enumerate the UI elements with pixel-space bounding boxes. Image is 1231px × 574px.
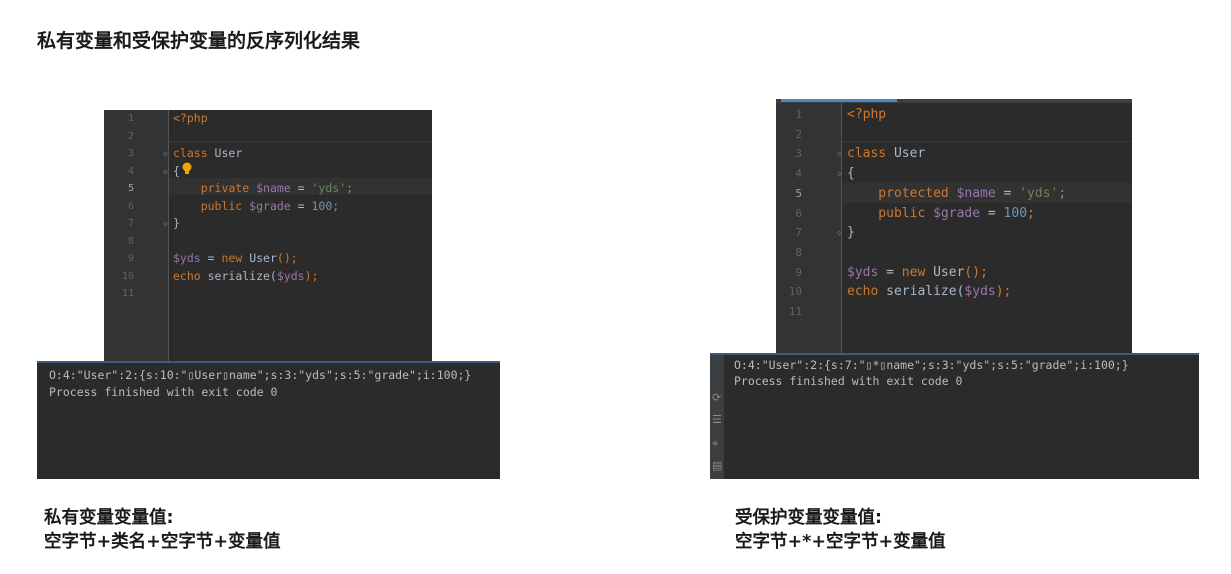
left-code-line: public $grade = 100; — [173, 198, 340, 213]
left-code-line: } — [173, 216, 180, 230]
fold-arrow-icon[interactable]: ◇ — [163, 215, 168, 233]
fold-arrow-icon[interactable]: ◇ — [837, 144, 842, 164]
left-line-number: 7 — [127, 218, 134, 229]
lightbulb-icon[interactable] — [181, 161, 193, 175]
left-output-serialized: O:4:"User":2:{s:10:"▯User▯name";s:3:"yds… — [49, 368, 472, 382]
left-code-line: <?php — [173, 111, 208, 125]
left-line-number: 11 — [121, 288, 134, 299]
right-line-number: 9 — [795, 265, 802, 279]
right-caption-line2: 空字节+*+空字节+变量值 — [735, 532, 946, 552]
right-line-number: 1 — [795, 108, 802, 121]
right-output-serialized: O:4:"User":2:{s:7:"▯*▯name";s:3:"yds";s:… — [734, 358, 1129, 372]
right-code-line: class User — [847, 146, 926, 162]
rerun-icon[interactable]: ⟳ — [712, 391, 721, 404]
trash-icon[interactable]: ▤ — [712, 459, 722, 472]
right-code-line: protected $name = 'yds'; — [847, 185, 1067, 201]
right-run-output-panel[interactable]: ⟳ ☰ ⌖ ▤ O:4:"User":2:{s:7:"▯*▯name";s:3:… — [710, 353, 1199, 479]
right-code-line: } — [847, 225, 855, 241]
left-code-line: echo serialize($yds); — [173, 268, 319, 283]
fold-arrow-icon[interactable]: ◇ — [837, 223, 842, 243]
left-line-number: 2 — [127, 130, 134, 142]
right-line-number: 4 — [795, 167, 802, 181]
fold-arrow-icon[interactable]: ◇ — [163, 145, 168, 163]
left-gutter-divider — [168, 110, 169, 362]
left-line-number: 1 — [127, 113, 134, 124]
page-title: 私有变量和受保护变量的反序列化结果 — [37, 30, 361, 52]
right-line-number: 3 — [795, 147, 802, 161]
left-line-number: 8 — [127, 235, 134, 247]
right-code-line: public $grade = 100; — [847, 205, 1035, 221]
right-caption: 受保护变量变量值: 空字节+*+空字节+变量值 — [735, 506, 946, 554]
left-caption-line1: 私有变量变量值: — [44, 508, 174, 528]
fold-arrow-icon[interactable]: ◇ — [163, 163, 168, 181]
right-line-number: 11 — [788, 305, 802, 318]
left-code-line: $yds = new User(); — [173, 251, 298, 265]
right-line-number: 5 — [795, 186, 802, 200]
right-line-number: 7 — [795, 226, 802, 240]
left-terminal-top-border — [37, 361, 500, 363]
left-editor-separator — [169, 141, 432, 142]
right-code-line: $yds = new User(); — [847, 264, 988, 280]
right-editor-separator — [842, 141, 1132, 142]
right-line-number: 10 — [788, 285, 802, 299]
right-code-editor[interactable]: 1 <?php 2 3 ◇ class User 4 ◇ {5 protected $name … — [776, 103, 1132, 353]
right-code-line: <?php — [847, 107, 887, 122]
left-caption-line2: 空字节+类名+空字节+变量值 — [44, 532, 281, 552]
right-code-line: echo serialize($yds); — [847, 284, 1012, 300]
right-caption-line1: 受保护变量变量值: — [735, 508, 882, 528]
left-output-exit: Process finished with exit code 0 — [49, 385, 278, 399]
right-active-tab-indicator — [781, 99, 897, 102]
right-output-exit: Process finished with exit code 0 — [734, 374, 963, 388]
pin-icon[interactable]: ⌖ — [712, 437, 718, 451]
left-line-number: 6 — [127, 200, 134, 212]
left-line-number: 9 — [127, 253, 134, 264]
left-run-output-panel[interactable]: O:4:"User":2:{s:10:"▯User▯name";s:3:"yds… — [37, 361, 500, 479]
left-code-line: private $name = 'yds'; — [173, 181, 354, 195]
left-line-number: 10 — [121, 270, 134, 282]
left-caption: 私有变量变量值: 空字节+类名+空字节+变量值 — [44, 506, 281, 554]
left-code-editor[interactable]: 1 <?php 2 3 ◇ class User 4 ◇ {5 private $name = … — [104, 110, 432, 362]
left-line-number: 4 — [127, 165, 134, 177]
right-line-number: 6 — [795, 206, 802, 220]
settings-icon[interactable]: ☰ — [712, 413, 722, 426]
right-terminal-top-border — [710, 353, 1199, 355]
right-line-number: 2 — [795, 127, 802, 141]
right-line-number: 8 — [795, 245, 802, 259]
left-code-line: class User — [173, 146, 243, 160]
fold-arrow-icon[interactable]: ◇ — [837, 164, 842, 184]
right-code-line: { — [847, 166, 855, 182]
left-code-line: { — [173, 163, 180, 178]
left-line-number: 3 — [127, 148, 134, 159]
left-line-number: 5 — [127, 183, 134, 194]
